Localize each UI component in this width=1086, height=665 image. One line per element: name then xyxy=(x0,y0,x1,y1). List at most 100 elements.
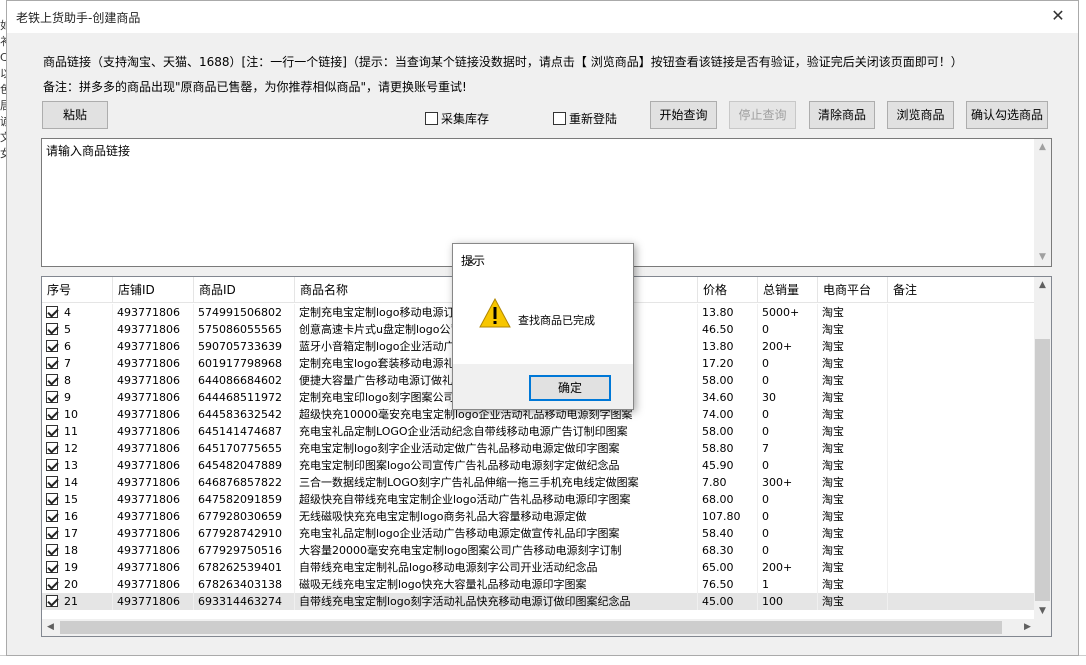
header-col-total-sales[interactable]: 总销量 xyxy=(758,277,818,303)
row-checkbox[interactable] xyxy=(46,578,58,590)
browse-products-button[interactable]: 浏览商品 xyxy=(887,101,954,129)
cell-platform: 淘宝 xyxy=(818,525,888,542)
relogin-checkbox[interactable]: 重新登陆 xyxy=(553,110,617,127)
row-checkbox[interactable] xyxy=(46,595,58,607)
row-checkbox[interactable] xyxy=(46,476,58,488)
cell-shop-id: 493771806 xyxy=(113,491,194,508)
cell-note xyxy=(888,542,1036,559)
clear-products-button[interactable]: 清除商品 xyxy=(809,101,875,129)
cell-price: 34.60 xyxy=(698,389,758,406)
table-row[interactable]: 17 493771806 677928742910 充电宝礼品定制logo企业活动广告… xyxy=(42,525,1036,542)
message-dialog: 提示 ✕ 查找商品已完成 确定 xyxy=(452,243,634,410)
row-checkbox[interactable] xyxy=(46,493,58,505)
table-vertical-scrollbar[interactable]: ▲ ▼ xyxy=(1034,277,1051,620)
cell-platform: 淘宝 xyxy=(818,508,888,525)
background-app-bottom xyxy=(0,655,1086,665)
row-checkbox[interactable] xyxy=(46,527,58,539)
close-icon[interactable]: ✕ xyxy=(1046,5,1070,29)
cell-platform: 淘宝 xyxy=(818,457,888,474)
close-icon[interactable]: ✕ xyxy=(461,252,481,272)
cell-total-sales: 0 xyxy=(758,457,818,474)
cell-total-sales: 1 xyxy=(758,576,818,593)
checkbox-box[interactable] xyxy=(425,112,438,125)
header-col-shop-id[interactable]: 店铺ID xyxy=(113,277,194,303)
cell-platform: 淘宝 xyxy=(818,559,888,576)
chevron-up-icon[interactable]: ▲ xyxy=(1034,139,1051,156)
cell-product-id: 677928742910 xyxy=(194,525,295,542)
cell-platform: 淘宝 xyxy=(818,542,888,559)
chevron-left-icon[interactable]: ◀ xyxy=(42,619,59,636)
row-checkbox[interactable] xyxy=(46,374,58,386)
cell-price: 17.20 xyxy=(698,355,758,372)
table-row[interactable]: 15 493771806 647582091859 超级快充自带线充电宝定制企业log… xyxy=(42,491,1036,508)
row-index: 20 xyxy=(64,578,78,591)
scroll-thumb[interactable] xyxy=(1035,339,1050,601)
row-checkbox[interactable] xyxy=(46,323,58,335)
table-horizontal-scrollbar[interactable]: ◀ ▶ xyxy=(42,619,1036,636)
row-checkbox[interactable] xyxy=(46,357,58,369)
ok-button[interactable]: 确定 xyxy=(529,375,611,401)
header-col-platform[interactable]: 电商平台 xyxy=(818,277,888,303)
cell-total-sales: 200+ xyxy=(758,338,818,355)
cell-product-id: 645482047889 xyxy=(194,457,295,474)
table-row[interactable]: 11 493771806 645141474687 充电宝礼品定制LOGO企业活动纪念… xyxy=(42,423,1036,440)
row-checkbox[interactable] xyxy=(46,459,58,471)
collect-stock-checkbox[interactable]: 采集库存 xyxy=(425,110,489,127)
chevron-up-icon[interactable]: ▲ xyxy=(1034,277,1051,294)
header-col-index[interactable]: 序号 xyxy=(42,277,113,303)
title-bar: 老铁上货助手-创建商品 ✕ xyxy=(7,1,1078,33)
table-row[interactable]: 21 493771806 693314463274 自带线充电宝定制logo刻字活动礼… xyxy=(42,593,1036,610)
row-checkbox[interactable] xyxy=(46,442,58,454)
table-row[interactable]: 12 493771806 645170775655 充电宝定制logo刻字企业活动定做… xyxy=(42,440,1036,457)
row-checkbox[interactable] xyxy=(46,408,58,420)
table-row[interactable]: 13 493771806 645482047889 充电宝定制印图案logo公司宣传广… xyxy=(42,457,1036,474)
row-checkbox[interactable] xyxy=(46,561,58,573)
row-index: 5 xyxy=(64,323,71,336)
link-input-scrollbar[interactable]: ▲ ▼ xyxy=(1034,139,1051,266)
table-row[interactable]: 14 493771806 646876857822 三合一数据线定制LOGO刻字广告礼… xyxy=(42,474,1036,491)
header-col-price[interactable]: 价格 xyxy=(698,277,758,303)
confirm-selected-button[interactable]: 确认勾选商品 xyxy=(966,101,1048,129)
row-checkbox[interactable] xyxy=(46,391,58,403)
scroll-thumb[interactable] xyxy=(60,621,1002,634)
link-support-note: 商品链接（支持淘宝、天猫、1688）[注：一行一个链接]（提示：当查询某个链接没… xyxy=(43,55,963,69)
cell-note xyxy=(888,372,1036,389)
stop-query-button[interactable]: 停止查询 xyxy=(729,101,796,129)
paste-button[interactable]: 粘贴 xyxy=(42,101,108,129)
header-col-note[interactable]: 备注 xyxy=(888,277,1036,303)
cell-price: 58.80 xyxy=(698,440,758,457)
cell-note xyxy=(888,576,1036,593)
row-index: 18 xyxy=(64,544,78,557)
warning-icon xyxy=(479,298,511,328)
cell-platform: 淘宝 xyxy=(818,474,888,491)
cell-product-id: 678262539401 xyxy=(194,559,295,576)
row-checkbox[interactable] xyxy=(46,340,58,352)
checkbox-box[interactable] xyxy=(553,112,566,125)
row-checkbox[interactable] xyxy=(46,544,58,556)
pdd-note: 备注：拼多多的商品出现"原商品已售罄，为你推荐相似商品"，请更换账号重试! xyxy=(43,80,467,94)
table-row[interactable]: 20 493771806 678263403138 磁吸无线充电宝定制logo快充大容… xyxy=(42,576,1036,593)
cell-product-name: 充电宝礼品定制logo企业活动广告移动电源定做宣传礼品印字图案 xyxy=(295,525,698,542)
cell-shop-id: 493771806 xyxy=(113,355,194,372)
cell-price: 13.80 xyxy=(698,338,758,355)
table-row[interactable]: 18 493771806 677929750516 大容量20000毫安充电宝定制lo… xyxy=(42,542,1036,559)
cell-product-id: 677928030659 xyxy=(194,508,295,525)
cell-product-id: 645141474687 xyxy=(194,423,295,440)
cell-total-sales: 0 xyxy=(758,423,818,440)
cell-note xyxy=(888,423,1036,440)
row-checkbox[interactable] xyxy=(46,306,58,318)
table-row[interactable]: 19 493771806 678262539401 自带线充电宝定制礼品logo移动电… xyxy=(42,559,1036,576)
cell-platform: 淘宝 xyxy=(818,576,888,593)
row-checkbox[interactable] xyxy=(46,510,58,522)
header-col-product-id[interactable]: 商品ID xyxy=(194,277,295,303)
cell-shop-id: 493771806 xyxy=(113,406,194,423)
start-query-button[interactable]: 开始查询 xyxy=(650,101,717,129)
cell-shop-id: 493771806 xyxy=(113,457,194,474)
cell-shop-id: 493771806 xyxy=(113,440,194,457)
chevron-down-icon[interactable]: ▼ xyxy=(1034,249,1051,266)
table-row[interactable]: 16 493771806 677928030659 无线磁吸快充充电宝定制logo商务… xyxy=(42,508,1036,525)
cell-product-id: 646876857822 xyxy=(194,474,295,491)
cell-index: 4 xyxy=(42,304,113,321)
chevron-down-icon[interactable]: ▼ xyxy=(1034,603,1051,620)
row-checkbox[interactable] xyxy=(46,425,58,437)
